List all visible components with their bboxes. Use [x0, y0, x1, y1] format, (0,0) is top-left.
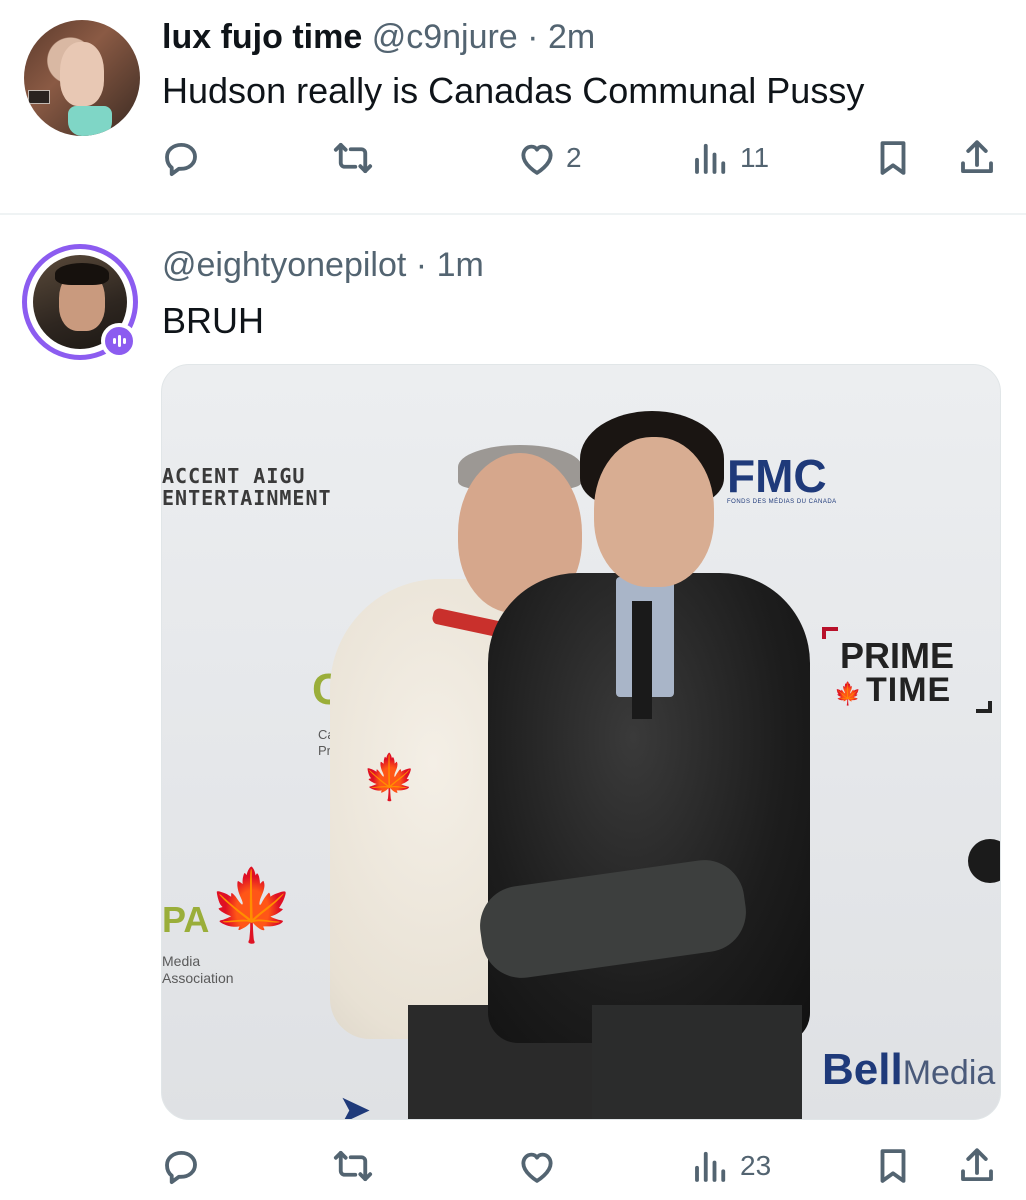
tweet-header: lux fujo time @c9njure · 2m — [162, 18, 595, 57]
bell-media-logo: BellMedia — [822, 1045, 995, 1095]
like-count: 2 — [566, 142, 582, 173]
tweet-divider — [0, 213, 1026, 215]
tweet-text: BRUH — [162, 300, 265, 341]
separator: · — [415, 246, 437, 284]
arrow-logo-fragment: ➤ — [338, 1088, 372, 1120]
prime-time-logo: PRIME 🍁 TIME — [822, 627, 992, 713]
reply-button[interactable] — [160, 133, 210, 183]
accent-aigu-logo: ACCENT AIGU ENTERTAINMENT — [162, 465, 332, 509]
logo-text: ACCENT AIGU — [162, 464, 306, 488]
maple-leaf-icon: 🍁 — [362, 753, 417, 802]
tweet-text: Hudson really is Canadas Communal Pussy — [162, 70, 865, 111]
fmc-subtitle: FONDS DES MÉDIAS DU CANADA — [727, 499, 837, 505]
bookmark-button[interactable] — [872, 133, 914, 183]
reply-icon — [165, 1150, 197, 1185]
display-name[interactable]: lux fujo time — [162, 18, 372, 56]
bookmark-icon — [880, 1149, 906, 1183]
tweet[interactable]: lux fujo time @c9njure · 2m Hudson reall… — [0, 0, 1026, 214]
timestamp[interactable]: 2m — [548, 18, 595, 56]
logo-text: Media — [162, 953, 201, 969]
retweet-button[interactable] — [332, 1141, 382, 1191]
views-icon — [695, 1151, 726, 1182]
reply-icon — [165, 142, 197, 177]
retweet-icon — [333, 142, 373, 174]
tweet-header: @eightyonepilot · 1m — [162, 246, 484, 285]
logo-text: Media — [902, 1054, 996, 1092]
timestamp[interactable]: 1m — [437, 246, 484, 284]
reply-button[interactable] — [160, 1141, 210, 1191]
bookmark-icon — [880, 141, 906, 175]
person-head — [594, 437, 714, 587]
logo-text: Bell — [822, 1045, 903, 1094]
live-audio-icon[interactable] — [101, 323, 137, 359]
share-button[interactable] — [956, 1141, 998, 1191]
tie — [632, 601, 652, 719]
fmc-logo: FMC — [727, 450, 827, 502]
like-icon — [521, 1152, 553, 1183]
maple-leaf-icon: 🍁 — [208, 866, 296, 944]
like-button[interactable]: 2 — [516, 133, 582, 183]
views-icon — [695, 143, 726, 174]
logo-text: TIME — [866, 671, 952, 709]
pa-subtitle: Media Association — [162, 953, 234, 987]
avatar[interactable] — [24, 20, 140, 136]
like-button[interactable] — [516, 1141, 566, 1191]
share-icon — [961, 1148, 993, 1182]
retweet-icon — [333, 1150, 373, 1182]
tweet[interactable]: @eightyonepilot · 1m BRUH ACCENT AIGU EN… — [0, 216, 1026, 1200]
action-bar: 23 — [0, 1141, 1026, 1191]
action-bar: 2 11 — [0, 133, 1026, 183]
views-button[interactable]: 23 — [690, 1141, 771, 1191]
views-count: 23 — [740, 1150, 772, 1181]
bookmark-button[interactable] — [872, 1141, 914, 1191]
maple-leaf-icon: 🍁 — [834, 681, 862, 706]
person-legs — [592, 1005, 802, 1119]
retweet-button[interactable] — [332, 133, 382, 183]
tweet-media-image[interactable]: ACCENT AIGU ENTERTAINMENT FMC FONDS DES … — [161, 364, 1001, 1120]
share-icon — [961, 140, 993, 174]
logo-text: ENTERTAINMENT — [162, 486, 332, 510]
views-count: 11 — [740, 142, 770, 173]
separator: · — [527, 18, 548, 56]
like-icon — [521, 144, 553, 175]
handle[interactable]: @eightyonepilot — [162, 246, 416, 284]
share-button[interactable] — [956, 133, 998, 183]
views-button[interactable]: 11 — [690, 133, 769, 183]
pa-logo: PA — [162, 899, 210, 940]
logo-text: Association — [162, 970, 234, 986]
handle[interactable]: @c9njure — [372, 18, 527, 56]
